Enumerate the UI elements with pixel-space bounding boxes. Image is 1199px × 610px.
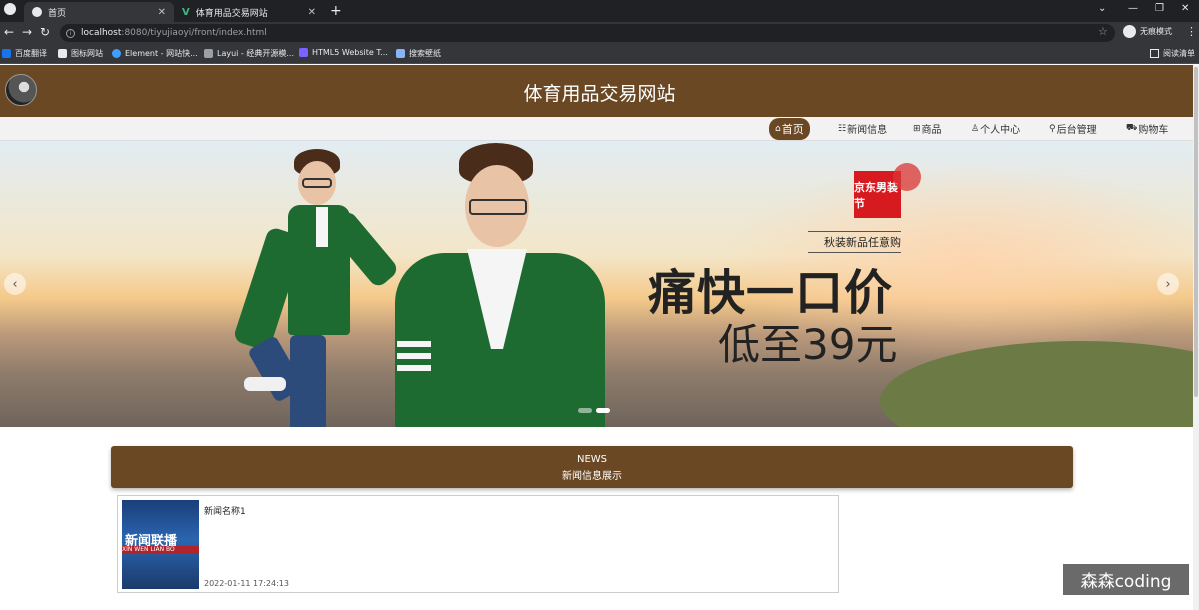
back-icon[interactable]: ← [4,25,14,39]
news-item-title[interactable]: 新闻名称1 [204,504,246,517]
bookmark-item[interactable]: 搜索壁纸 [396,48,441,59]
nav-item-cart[interactable]: ⛟ 购物车 [1126,121,1168,136]
news-icon: ☷ [838,123,847,134]
url-host: localhost [81,28,122,38]
browser-toolbar: ← → ↻ i localhost :8080/tiyujiaoyi/front… [0,22,1199,44]
url-path: :8080/tiyujiaoyi/front/index.html [121,28,267,38]
site-info-icon[interactable]: i [66,28,75,38]
element-icon [112,49,121,58]
layui-icon [204,49,213,58]
tab-label: 首页 [48,8,67,19]
reading-list-icon [1150,49,1159,58]
site-header: 体育用品交易网站 [0,65,1199,117]
nav-label: 首页 [781,123,804,136]
bookmark-item[interactable]: Element - 网站快... [112,48,198,59]
reading-list-label: 阅读清单 [1163,49,1195,58]
nav-label: 新闻信息 [847,125,888,136]
site-title: 体育用品交易网站 [523,83,676,105]
thumbnail-subtext: XIN WEN LIAN BO [122,546,199,554]
news-title-cn: 新闻信息展示 [562,471,622,482]
news-item[interactable]: 新闻联播 XIN WEN LIAN BO 新闻名称1 2022-01-11 17… [117,495,839,593]
bookmark-label: HTML5 Website T... [312,48,388,57]
browser-menu-icon[interactable] [4,3,16,15]
page-scrollbar[interactable] [1193,65,1199,610]
cart-icon: ⛟ [1126,123,1138,133]
user-icon: ♙ [971,123,980,134]
bookmarks-bar: 百度翻译 图标网站 Element - 网站快... Layui - 经典开源模… [0,44,1199,64]
nav-item-products[interactable]: ⊞ 商品 [913,121,942,137]
window-close-icon[interactable]: ✕ [1181,3,1189,14]
cursor-highlight [893,163,921,191]
promo-price: 低至39元 [718,320,898,369]
tab-label: 体育用品交易网站 [195,8,268,19]
close-icon[interactable]: ✕ [308,7,316,18]
bookmark-item[interactable]: 图标网站 [58,48,103,59]
carousel-indicator-active[interactable] [596,408,610,413]
bookmark-item[interactable]: Layui - 经典开源模... [204,48,294,59]
scrollbar-thumb[interactable] [1194,67,1198,397]
watermark: 森森coding [1063,564,1189,595]
incognito-icon [1123,25,1136,38]
bookmark-label: Layui - 经典开源模... [217,49,294,58]
vue-icon: V [182,6,190,18]
new-tab-button[interactable]: + [330,3,342,19]
carousel-indicator[interactable] [578,408,592,413]
browser-tab-site[interactable]: V 体育用品交易网站 ✕ [174,2,324,22]
reading-list-button[interactable]: 阅读清单 [1150,48,1195,59]
bookmark-item[interactable]: 百度翻译 [2,48,47,59]
profile-label: 无痕模式 [1140,27,1172,36]
incognito-profile-button[interactable]: 无痕模式 [1123,25,1172,38]
close-icon[interactable]: ✕ [158,7,166,18]
news-section-header: NEWS 新闻信息展示 [111,446,1073,488]
nav-label: 后台管理 [1056,125,1097,136]
nav-label: 个人中心 [980,125,1021,136]
more-menu-icon[interactable]: ⋮ [1186,25,1197,38]
main-nav: ⌂ 首页 ☷ 新闻信息 ⊞ 商品 ♙ 个人中心 ⚲ 后台管理 ⛟ 购物车 [0,117,1199,141]
bookmark-label: 图标网站 [71,49,103,58]
home-icon: ⌂ [775,124,781,134]
forward-icon[interactable]: → [22,25,32,39]
nav-item-admin[interactable]: ⚲ 后台管理 [1049,121,1097,137]
browser-tab-home[interactable]: 首页 ✕ [24,2,174,22]
wallpaper-icon [396,49,405,58]
news-item-time: 2022-01-11 17:24:13 [204,579,289,588]
nav-item-home[interactable]: ⌂ 首页 [769,118,810,140]
globe-icon [32,7,42,17]
news-title-en: NEWS [576,454,608,465]
carousel-next-button[interactable]: › [1157,273,1179,295]
flag-icon [58,49,67,58]
tab-search-icon[interactable]: ⌄ [1098,3,1106,14]
nav-item-profile[interactable]: ♙ 个人中心 [971,121,1021,137]
bookmark-label: 搜索壁纸 [409,49,441,58]
bookmark-item[interactable]: HTML5 Website T... [299,48,388,57]
banner-carousel[interactable]: ‹ › [0,141,1193,427]
address-bar[interactable]: i localhost :8080/tiyujiaoyi/front/index… [60,24,1115,42]
bookmark-label: Element - 网站快... [125,49,198,58]
restore-icon[interactable]: ❐ [1155,3,1164,14]
carousel-prev-button[interactable]: ‹ [4,273,26,295]
promo-subtitle: 秋装新品任意购 [808,231,901,253]
grid-icon: ⊞ [913,123,921,134]
html5-icon [299,48,308,57]
model-right [385,141,615,427]
news-thumbnail[interactable]: 新闻联播 XIN WEN LIAN BO [122,500,199,589]
apps-icon [2,49,11,58]
nav-label: 商品 [921,125,942,136]
link-icon: ⚲ [1049,123,1056,134]
reload-icon[interactable]: ↻ [40,25,50,39]
nav-label: 购物车 [1138,125,1169,136]
browser-tab-bar: 首页 ✕ V 体育用品交易网站 ✕ + ⌄ — ❐ ✕ [0,0,1199,22]
minimize-icon[interactable]: — [1128,3,1138,14]
bookmark-label: 百度翻译 [15,49,47,58]
nav-item-news[interactable]: ☷ 新闻信息 [838,121,888,137]
bookmark-star-icon[interactable]: ☆ [1098,25,1108,38]
